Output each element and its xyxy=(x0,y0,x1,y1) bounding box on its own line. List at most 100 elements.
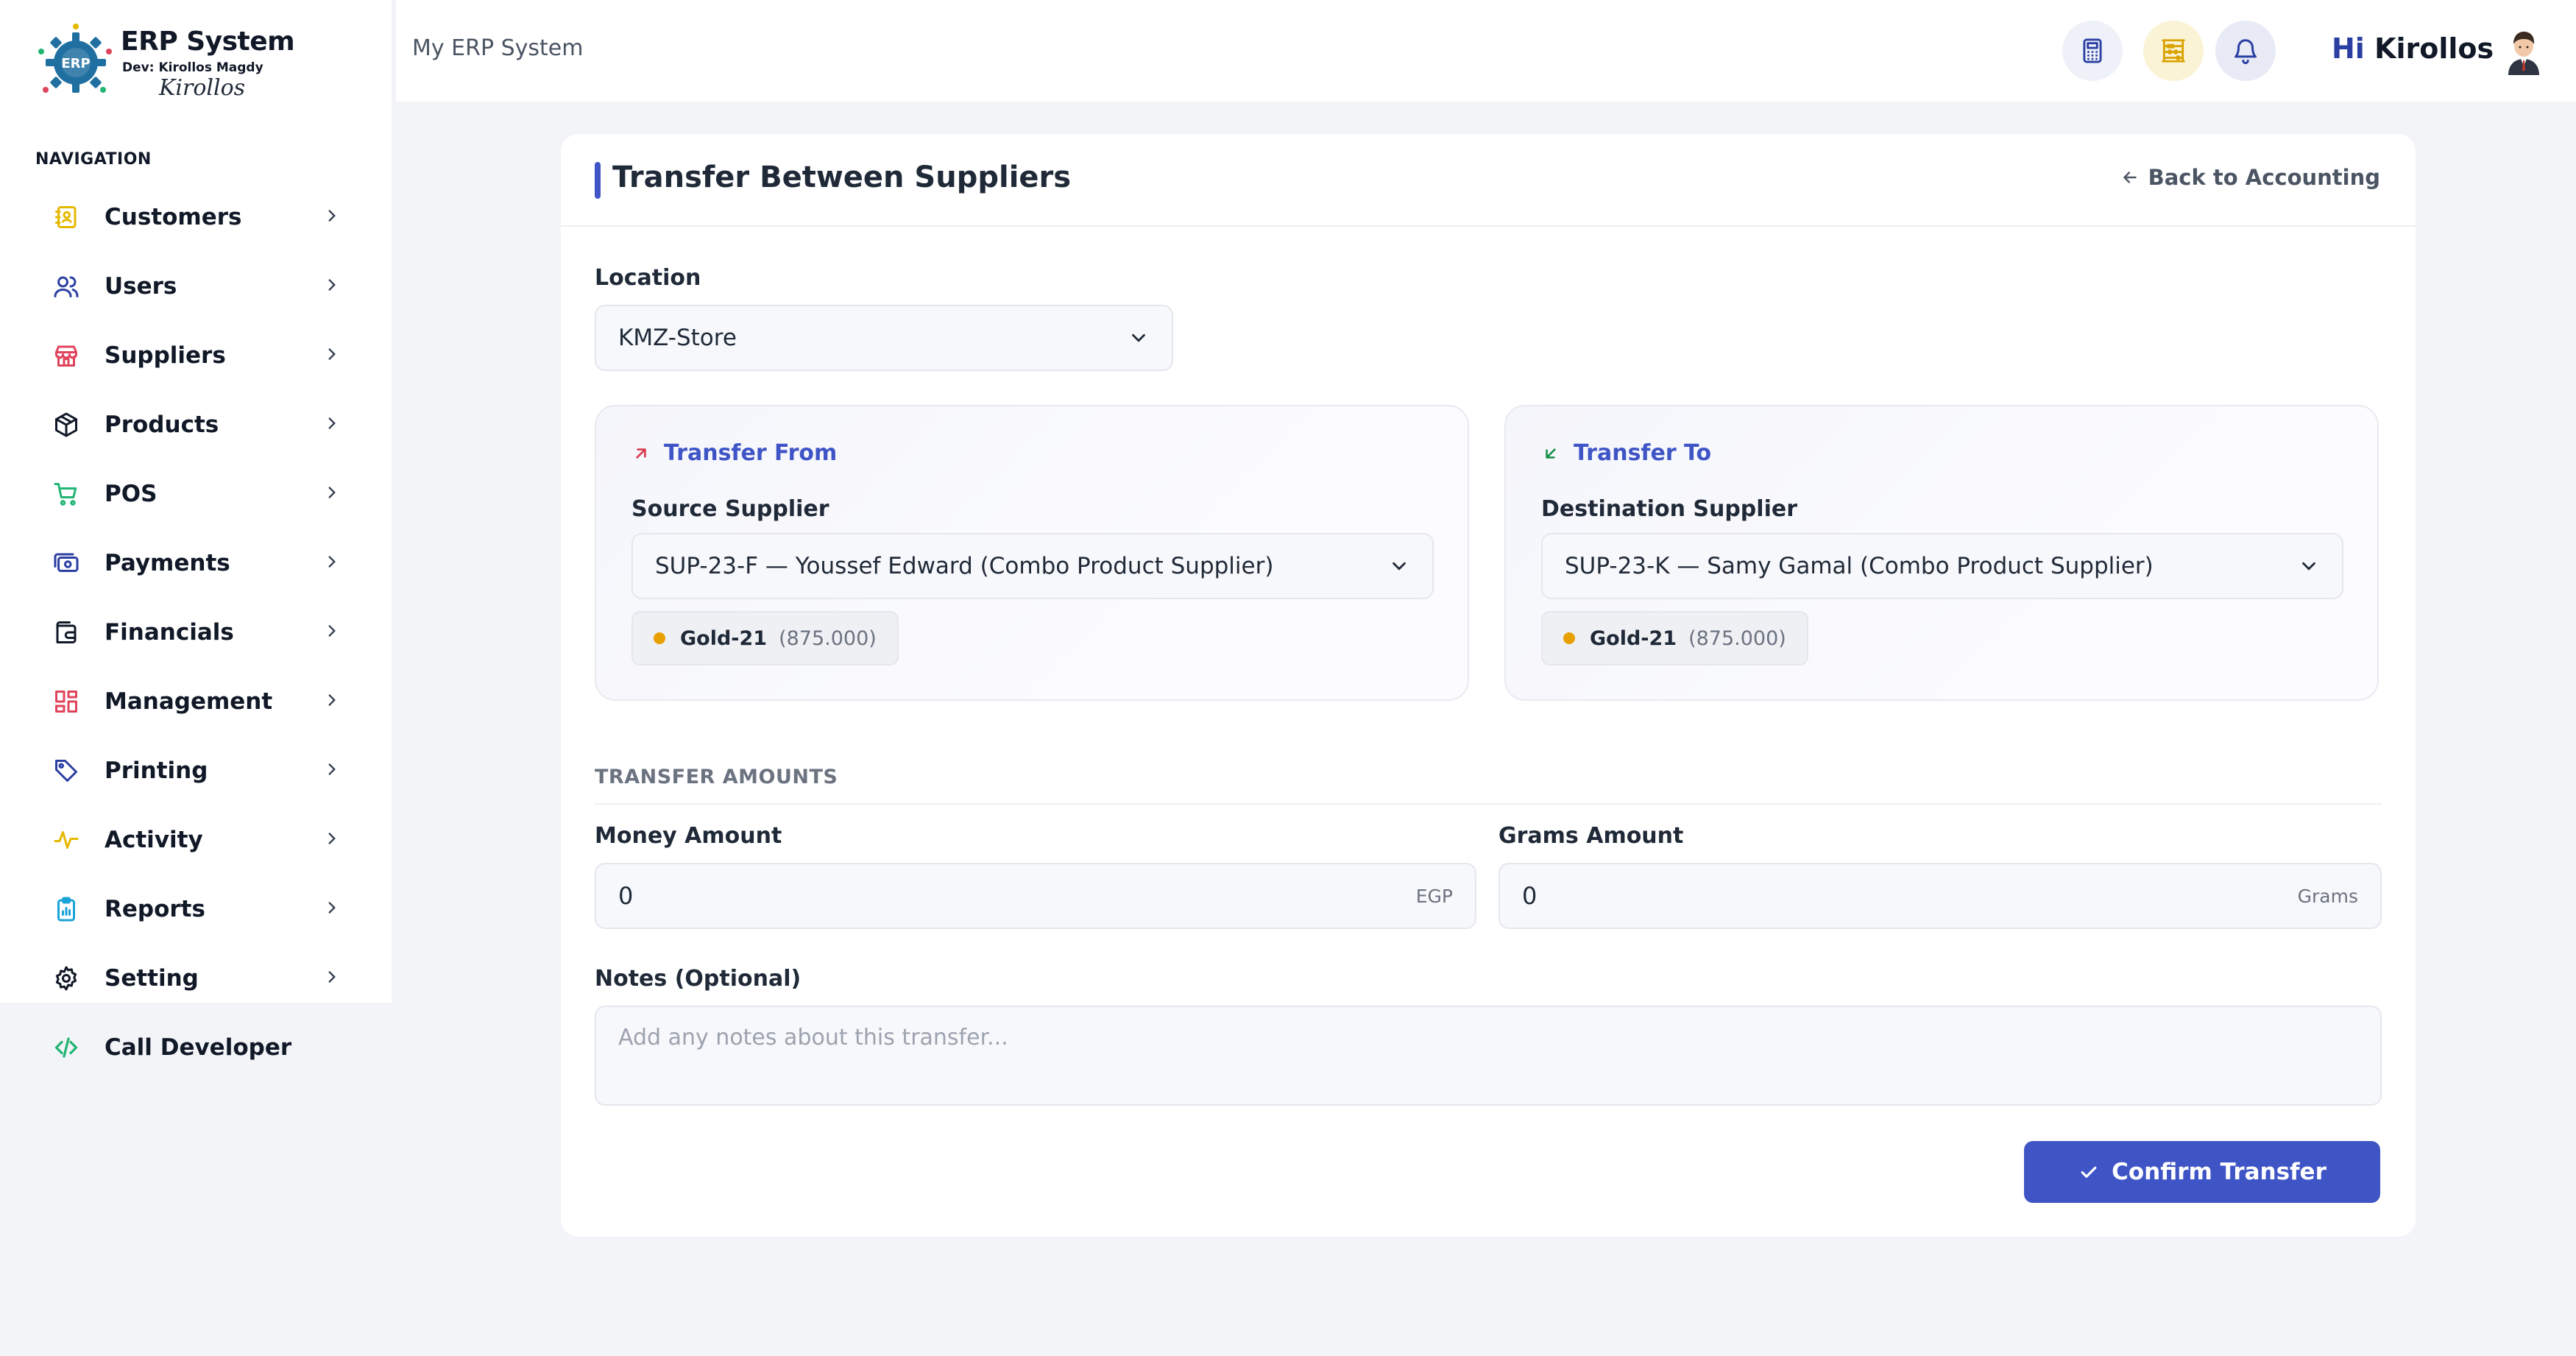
location-select-value: KMZ-Store xyxy=(618,325,737,351)
page-title: Transfer Between Suppliers xyxy=(612,160,1072,194)
sidebar-item-activity[interactable]: Activity xyxy=(0,805,392,875)
gear-icon xyxy=(52,964,81,993)
sidebar: ERP ERP System Dev: Kirollos Magdy Kirol… xyxy=(0,0,392,1003)
users-icon xyxy=(52,272,81,301)
store-icon xyxy=(52,341,81,370)
transfer-amounts-heading: TRANSFER AMOUNTS xyxy=(595,766,2382,805)
grams-amount-input[interactable]: 0 Grams xyxy=(1498,863,2382,929)
call-developer-button[interactable]: Call Developer xyxy=(0,1014,392,1081)
erp-gear-logo-icon: ERP xyxy=(38,24,112,93)
contact-book-icon xyxy=(52,202,81,232)
arrow-up-right-icon xyxy=(636,448,646,459)
sidebar-item-label: Users xyxy=(105,273,177,300)
calculator-button[interactable] xyxy=(2062,21,2123,81)
sidebar-item-label: Financials xyxy=(105,619,234,646)
notifications-button[interactable] xyxy=(2215,21,2276,81)
chevron-down-icon xyxy=(1393,562,1406,571)
sidebar-item-label: Printing xyxy=(105,758,208,784)
source-balance-badge: Gold-21 (875.000) xyxy=(631,611,899,665)
sidebar-item-suppliers[interactable]: Suppliers xyxy=(0,321,392,390)
grid-icon xyxy=(52,687,81,716)
pulse-icon xyxy=(52,825,81,855)
title-accent-bar xyxy=(595,162,601,199)
arrow-left-icon xyxy=(2123,172,2137,183)
destination-supplier-select[interactable]: SUP-23-K — Samy Gamal (Combo Product Sup… xyxy=(1541,533,2343,599)
user-greeting: Hi Kirollos xyxy=(2332,32,2494,65)
money-icon xyxy=(52,548,81,578)
confirm-transfer-button[interactable]: Confirm Transfer xyxy=(2024,1141,2380,1203)
brand-title: ERP System xyxy=(121,27,295,57)
sidebar-item-reports[interactable]: Reports xyxy=(0,875,392,944)
nav-list: Customers Users Suppliers Products POS P… xyxy=(0,183,392,1013)
location-label: Location xyxy=(595,265,701,291)
cart-icon xyxy=(52,479,81,509)
location-select[interactable]: KMZ-Store xyxy=(595,305,1173,371)
call-developer-label: Call Developer xyxy=(105,1034,292,1061)
transfer-card: Transfer Between Suppliers Back to Accou… xyxy=(561,134,2416,1237)
sidebar-item-label: Payments xyxy=(105,550,230,576)
app-name: My ERP System xyxy=(412,35,584,61)
source-supplier-select[interactable]: SUP-23-F — Youssef Edward (Combo Product… xyxy=(631,533,1434,599)
back-to-accounting-link[interactable]: Back to Accounting xyxy=(2120,165,2380,190)
source-supplier-label: Source Supplier xyxy=(631,496,829,522)
brand[interactable]: ERP ERP System Dev: Kirollos Magdy Kirol… xyxy=(35,21,374,103)
sidebar-item-payments[interactable]: Payments xyxy=(0,529,392,598)
transfer-from-panel: Transfer From Source Supplier SUP-23-F —… xyxy=(595,405,1469,701)
money-amount-input[interactable]: 0 EGP xyxy=(595,863,1476,929)
chevron-right-icon xyxy=(322,345,342,367)
chevron-right-icon xyxy=(322,967,342,989)
greeting-hi: Hi xyxy=(2332,32,2365,65)
transfer-to-heading-label: Transfer To xyxy=(1574,440,1712,466)
chevron-right-icon xyxy=(322,760,342,782)
grams-amount-value: 0 xyxy=(1522,882,1538,910)
sidebar-item-label: Customers xyxy=(105,204,242,230)
sidebar-item-management[interactable]: Management xyxy=(0,667,392,736)
chevron-right-icon xyxy=(322,483,342,505)
arrow-down-left-icon xyxy=(1546,448,1556,459)
source-balance-name: Gold-21 xyxy=(680,626,768,650)
check-icon xyxy=(2081,1166,2097,1178)
sidebar-item-products[interactable]: Products xyxy=(0,390,392,459)
notes-textarea[interactable]: Add any notes about this transfer... xyxy=(595,1006,2382,1106)
sidebar-item-customers[interactable]: Customers xyxy=(0,183,392,252)
sidebar-item-label: Management xyxy=(105,688,273,715)
sidebar-item-setting[interactable]: Setting xyxy=(0,944,392,1013)
developer-signature: Kirollos xyxy=(159,75,246,101)
grams-amount-label: Grams Amount xyxy=(1498,823,1684,849)
avatar[interactable] xyxy=(2498,25,2550,77)
destination-balance-badge: Gold-21 (875.000) xyxy=(1541,611,1808,665)
box-icon xyxy=(52,410,81,439)
transfer-to-panel: Transfer To Destination Supplier SUP-23-… xyxy=(1504,405,2379,701)
sidebar-item-printing[interactable]: Printing xyxy=(0,736,392,805)
transfer-to-heading: Transfer To xyxy=(1541,440,1711,466)
currency-unit: EGP xyxy=(1415,885,1453,907)
svg-text:ERP: ERP xyxy=(61,56,90,71)
calculator-icon xyxy=(2083,38,2102,63)
sidebar-item-users[interactable]: Users xyxy=(0,252,392,321)
sidebar-item-label: Products xyxy=(105,412,219,438)
confirm-transfer-label: Confirm Transfer xyxy=(2112,1159,2326,1185)
gold-dot xyxy=(654,632,665,644)
nav-heading: NAVIGATION xyxy=(35,150,152,169)
chevron-right-icon xyxy=(322,206,342,228)
destination-supplier-value: SUP-23-K — Samy Gamal (Combo Product Sup… xyxy=(1565,553,2154,579)
chevron-down-icon xyxy=(2302,562,2315,571)
chevron-right-icon xyxy=(322,691,342,713)
sidebar-item-financials[interactable]: Financials xyxy=(0,598,392,667)
card-header: Transfer Between Suppliers Back to Accou… xyxy=(561,134,2416,227)
sidebar-item-pos[interactable]: POS xyxy=(0,459,392,529)
chevron-right-icon xyxy=(322,552,342,574)
abacus-icon xyxy=(2162,39,2185,63)
abacus-button[interactable] xyxy=(2143,21,2204,81)
gold-dot xyxy=(1563,632,1575,644)
transfer-from-heading-label: Transfer From xyxy=(664,440,838,466)
source-balance-qty: (875.000) xyxy=(779,626,877,650)
sidebar-item-label: Setting xyxy=(105,965,199,992)
chevron-right-icon xyxy=(322,621,342,643)
chevron-right-icon xyxy=(322,829,342,851)
chevron-right-icon xyxy=(322,414,342,436)
destination-supplier-label: Destination Supplier xyxy=(1541,496,1797,522)
chevron-right-icon xyxy=(322,898,342,920)
money-amount-label: Money Amount xyxy=(595,823,782,849)
chevron-down-icon xyxy=(1132,333,1145,342)
